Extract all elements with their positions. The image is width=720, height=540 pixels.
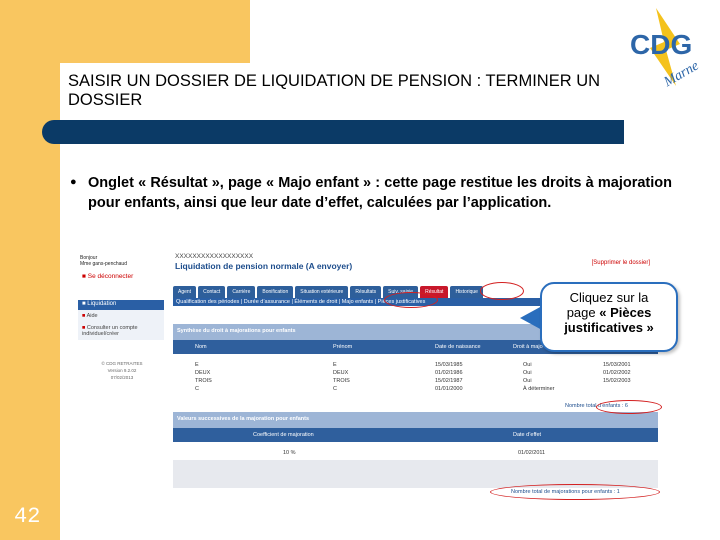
tab-resultats[interactable]: Résultats: [350, 286, 382, 298]
menu-item-aide[interactable]: ■ Aide: [78, 310, 164, 322]
tab-agent[interactable]: Agent: [173, 286, 197, 298]
cdg-logo: CDG Marne: [620, 6, 716, 91]
app-menu: ■ Liquidation ■ Aide ■ Consulter un comp…: [78, 300, 164, 340]
title-underline-bar: [42, 120, 624, 144]
delete-record-link[interactable]: [Supprimer le dossier]: [592, 260, 650, 266]
table-row: 10 % 01/02/2011: [283, 450, 546, 456]
tab-historique[interactable]: Historique: [450, 286, 483, 298]
callout-pointer: [520, 306, 542, 330]
top-band: [60, 0, 250, 63]
cdg-logo-icon: CDG Marne: [630, 8, 701, 91]
record-title: Liquidation de pension normale (A envoye…: [175, 261, 353, 271]
highlight-resultat-tab: [480, 282, 524, 300]
slide-title: SAISIR UN DOSSIER DE LIQUIDATION DE PENS…: [68, 72, 601, 109]
tab-carriere[interactable]: Carrière: [227, 286, 256, 298]
menu-item-consulter[interactable]: ■ Consulter un compte individuel/créer: [78, 322, 164, 340]
table-row: DEUX DEUX 01/02/1986 Oui 01/02/2002: [195, 370, 631, 376]
menu-header[interactable]: ■ Liquidation: [82, 301, 116, 307]
bullet-text: Onglet « Résultat », page « Majo enfant …: [88, 175, 672, 211]
logout-link[interactable]: ■ Se déconnecter: [82, 273, 133, 280]
highlight-majo-enfants: [384, 292, 438, 308]
page-number: 42: [14, 504, 41, 529]
app-sidebar: Bonjour Mme gans-penchaud ■ Se déconnect…: [78, 250, 164, 500]
version-info: © CDG RETRAITES Version 9.2.02 07/02/201…: [101, 361, 143, 380]
record-id: XXXXXXXXXXXXXXXXXX: [175, 253, 254, 260]
section-majoration-header: Valeurs successives de la majoration pou…: [173, 412, 658, 428]
bullet-icon: ●: [70, 176, 77, 188]
svg-text:CDG: CDG: [630, 29, 692, 60]
majoration-table-header: Coefficient de majoration Date d’effet: [173, 428, 658, 442]
table-row: E E 15/03/1985 Oui 15/03/2001: [195, 362, 631, 368]
user-info: Bonjour Mme gans-penchaud: [80, 255, 127, 267]
highlight-total-children: [596, 400, 662, 414]
table-row: C C 01/01/2000 À déterminer: [195, 386, 555, 392]
highlight-total-majorations: [490, 484, 660, 500]
table-row: TROIS TROIS 15/02/1987 Oui 15/02/2003: [195, 378, 631, 384]
tab-bonification[interactable]: Bonification: [257, 286, 294, 298]
instruction-callout: Cliquez sur la page « Pièces justificati…: [540, 282, 678, 352]
left-band: [0, 0, 60, 540]
tab-contact[interactable]: Contact: [198, 286, 226, 298]
tab-situation[interactable]: Situation extérieure: [295, 286, 349, 298]
